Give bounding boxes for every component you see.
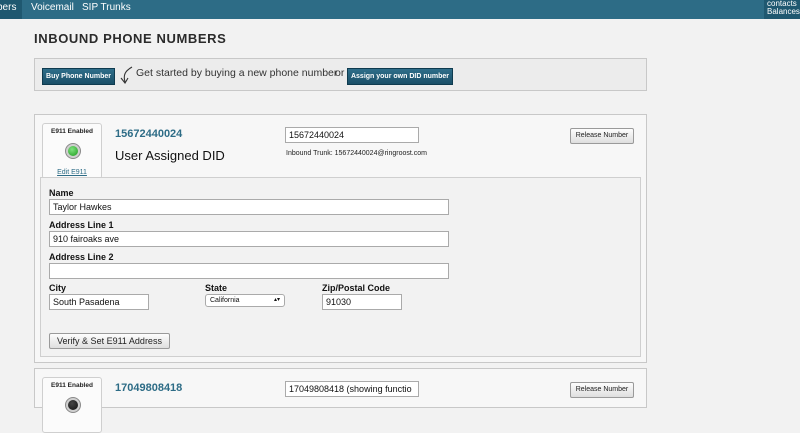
nav-tab-numbers[interactable]: bers bbox=[0, 0, 23, 19]
zip-input[interactable]: 91030 bbox=[322, 294, 402, 310]
nav-balances-link[interactable]: Balances bbox=[767, 8, 800, 16]
state-select-value: California bbox=[210, 297, 240, 304]
status-light-icon bbox=[65, 397, 81, 413]
status-light-icon bbox=[65, 143, 81, 159]
e911-address-form: Name Taylor Hawkes Address Line 1 910 fa… bbox=[40, 177, 641, 357]
state-label: State bbox=[205, 283, 228, 293]
or-text: or bbox=[335, 67, 345, 79]
top-nav: bers Voicemail SIP Trunks contacts Balan… bbox=[0, 0, 800, 19]
select-arrows-icon: ▴▾ bbox=[273, 297, 280, 303]
number-name-input[interactable]: 15672440024 bbox=[285, 127, 419, 143]
nav-tab-sip-trunks[interactable]: SIP Trunks bbox=[76, 0, 137, 19]
state-select[interactable]: California ▴▾ bbox=[205, 294, 285, 307]
action-bar: Buy Phone Number Get started by buying a… bbox=[34, 58, 647, 91]
e911-status-box: E911 Enabled Edit E911 bbox=[42, 123, 102, 179]
edit-e911-link[interactable]: Edit E911 bbox=[43, 169, 101, 176]
phone-number-link[interactable]: 15672440024 bbox=[115, 128, 182, 140]
city-label: City bbox=[49, 283, 67, 293]
buy-phone-number-button[interactable]: Buy Phone Number bbox=[42, 68, 115, 85]
nav-account-menu[interactable]: contacts Balances bbox=[764, 0, 800, 19]
e911-enabled-label: E911 Enabled bbox=[51, 128, 93, 135]
phone-number-link[interactable]: 17049808418 bbox=[115, 382, 182, 394]
assign-did-button[interactable]: Assign your own DID number bbox=[347, 68, 453, 85]
address-line-1-label: Address Line 1 bbox=[49, 220, 114, 230]
inbound-trunk-text: Inbound Trunk: 15672440024@ringroost.com bbox=[286, 150, 427, 157]
curved-arrow-icon bbox=[120, 66, 133, 84]
city-input[interactable]: South Pasadena bbox=[49, 294, 149, 310]
e911-enabled-label: E911 Enabled bbox=[51, 382, 93, 389]
release-number-button[interactable]: Release Number bbox=[570, 128, 634, 144]
get-started-hint: Get started by buying a new phone number bbox=[136, 67, 338, 79]
page-title: INBOUND PHONE NUMBERS bbox=[34, 31, 227, 46]
name-input[interactable]: Taylor Hawkes bbox=[49, 199, 449, 215]
address-line-1-input[interactable]: 910 fairoaks ave bbox=[49, 231, 449, 247]
number-type-label: User Assigned DID bbox=[115, 148, 225, 163]
e911-status-box: E911 Enabled bbox=[42, 377, 102, 433]
zip-label: Zip/Postal Code bbox=[322, 283, 391, 293]
name-label: Name bbox=[49, 188, 74, 198]
verify-e911-button[interactable]: Verify & Set E911 Address bbox=[49, 333, 170, 349]
address-line-2-input[interactable] bbox=[49, 263, 449, 279]
phone-number-card: E911 Enabled 17049808418 17049808418 (sh… bbox=[34, 368, 647, 433]
nav-tab-voicemail[interactable]: Voicemail bbox=[25, 0, 80, 19]
number-name-input[interactable]: 17049808418 (showing functio bbox=[285, 381, 419, 397]
release-number-button[interactable]: Release Number bbox=[570, 382, 634, 398]
address-line-2-label: Address Line 2 bbox=[49, 252, 114, 262]
phone-number-card: E911 Enabled Edit E911 15672440024 User … bbox=[34, 114, 647, 363]
